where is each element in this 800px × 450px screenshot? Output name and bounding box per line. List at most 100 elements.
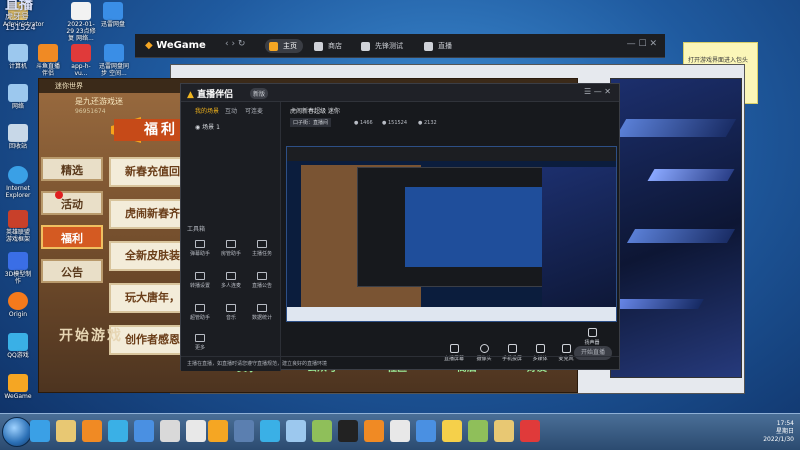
speaker-icon [587,328,597,337]
folder-icon[interactable] [494,420,514,442]
desktop-icon-computer[interactable]: 计算机 [3,44,33,70]
notice-icon [257,272,267,280]
mic-icon [226,272,236,280]
desktop-icon-doc[interactable]: 2022-01-29 23点修复 网络... [64,2,98,42]
game-tab-featured[interactable]: 精选 [41,157,103,181]
ie-icon[interactable] [30,420,50,442]
task-icon [257,240,267,248]
stat-fans: ● 2132 [418,120,437,126]
music-icon [226,304,236,312]
desktop-icon-cloud[interactable]: 迅雷网盘 [98,2,128,28]
chart-icon[interactable] [468,420,488,442]
desktop-icon-ie[interactable]: Internet Explorer [3,166,33,199]
test-icon [361,42,370,51]
system-tray[interactable]: 17:54 星期日 2022/1/30 [704,420,794,446]
media-icon [535,344,545,353]
tool-more[interactable]: 更多 [187,334,213,351]
wegame-tab-live[interactable]: 直播 [420,39,458,53]
wegame-tab-store[interactable]: 商店 [310,39,348,53]
doc-icon[interactable] [186,420,206,442]
camera-icon [479,344,489,353]
mic-icon [561,344,571,353]
image-icon[interactable] [442,420,462,442]
tool-multi-mic[interactable]: 多人连麦 [218,272,244,289]
preview-nested-inner [405,187,545,267]
game-tab-notice[interactable]: 公告 [41,259,103,283]
start-button[interactable] [2,417,32,447]
notes-icon[interactable] [160,420,180,442]
art-shard [647,169,735,181]
game-tab-events[interactable]: 活动 [41,191,103,215]
qq-icon[interactable] [108,420,128,442]
start-game-button[interactable]: 开始游戏 [59,325,123,345]
game-icon[interactable] [260,420,280,442]
nav-arrows[interactable]: ‹ › ↻ [225,39,245,49]
wegame-tab-home[interactable]: 主页 [265,39,303,53]
stat-room-id: ● 151524 [382,120,408,126]
game-tab-welfare[interactable]: 福利 [41,225,103,249]
media-icon[interactable] [82,420,102,442]
tool-super-admin[interactable]: 超管助手 [187,304,213,321]
tool-danmu[interactable]: 弹幕助手 [187,240,213,257]
notification-dot [55,191,63,199]
box-icon[interactable] [312,420,332,442]
tool-relay[interactable]: 转播设置 [187,272,213,289]
document-icon [71,2,91,20]
photo-icon[interactable] [416,420,436,442]
desktop-icon-douyu[interactable]: 斗鱼直播 伴侣 [33,44,63,77]
folder-icon[interactable] [56,420,76,442]
tool-music[interactable]: 音乐 [218,304,244,321]
desktop-icon-recycle-bin[interactable]: 回收站 [3,124,33,150]
stat-viewers: ● 1466 [354,120,373,126]
user-icon [226,240,236,248]
ie-icon [8,166,28,184]
desktop-icon-app-h[interactable]: app-h-vu... [66,44,96,77]
streaming-sidebar: 我的场景 互动 可连麦 ◉ 场景 1 工具箱 弹幕助手 房管助手 主播任务 转播… [181,102,281,371]
network-icon[interactable] [286,420,306,442]
desktop-icon-wegame[interactable]: WeGame [3,374,33,400]
tool-admin[interactable]: 房管助手 [218,240,244,257]
app-icon [71,44,91,62]
tool-stats[interactable]: 数据统计 [249,304,275,321]
phone-icon [507,344,517,353]
art-shard [611,299,704,309]
desktop-icon-origin[interactable]: Origin [3,292,33,318]
streaming-footer: 主播在直播，如直播时请您遵守直播规范，建立良好的直播环境 [181,356,619,371]
origin-icon [8,292,28,310]
stream-preview[interactable] [286,146,617,322]
tab-link[interactable]: 可连麦 [245,106,263,115]
wegame-logo: ◆ WeGame [145,40,206,51]
desktop-icon-3d[interactable]: 3D模型制作 [3,252,33,285]
tab-interact[interactable]: 互动 [225,106,237,115]
desktop-icon-lol[interactable]: 英雄联盟 游戏框架 [3,210,33,243]
window-controls[interactable]: — ☐ ✕ [627,39,657,49]
art-shard [615,119,737,137]
tab-scenes[interactable]: 我的场景 [195,106,219,115]
tool-task[interactable]: 主播任务 [249,240,275,257]
window-controls[interactable]: ☰ — ✕ [584,87,611,96]
wegame-icon[interactable] [208,420,228,442]
desktop-icon-cloud-sync[interactable]: 迅雷网盘同步 空间... [99,44,129,77]
room-tag: 口子街：直播间 [290,118,332,127]
terminal-icon[interactable] [338,420,358,442]
tool-icon[interactable] [234,420,254,442]
wegame-tab-test[interactable]: 先锋测试 [357,39,409,53]
streaming-main: 虎闹新春超级 迷你 口子街：直播间 ● 1466 ● 151524 ● 2132… [282,102,621,371]
mouse-icon[interactable] [390,420,410,442]
stream-watermark: 直播 虎牙号 151524 [5,0,36,32]
scene-item[interactable]: ◉ 场景 1 [195,122,220,131]
live-icon[interactable] [520,420,540,442]
recycle-bin-icon [8,124,28,142]
app-icon [8,252,28,270]
desktop-icon-qq-game[interactable]: QQ游戏 [3,333,33,359]
app-icon[interactable] [364,420,384,442]
browser-icon[interactable] [134,420,154,442]
version-badge: 新版 [250,88,269,99]
cloud-icon [103,2,123,20]
desktop-icon-network[interactable]: 网络 [3,84,33,110]
store-icon [314,42,323,51]
control-speaker[interactable]: 扬声器 [580,328,604,346]
tool-notice[interactable]: 直播公告 [249,272,275,289]
wegame-icon [8,374,28,392]
streaming-header: ▲ 直播伴侣 新版 ☰ — ✕ [181,84,619,102]
